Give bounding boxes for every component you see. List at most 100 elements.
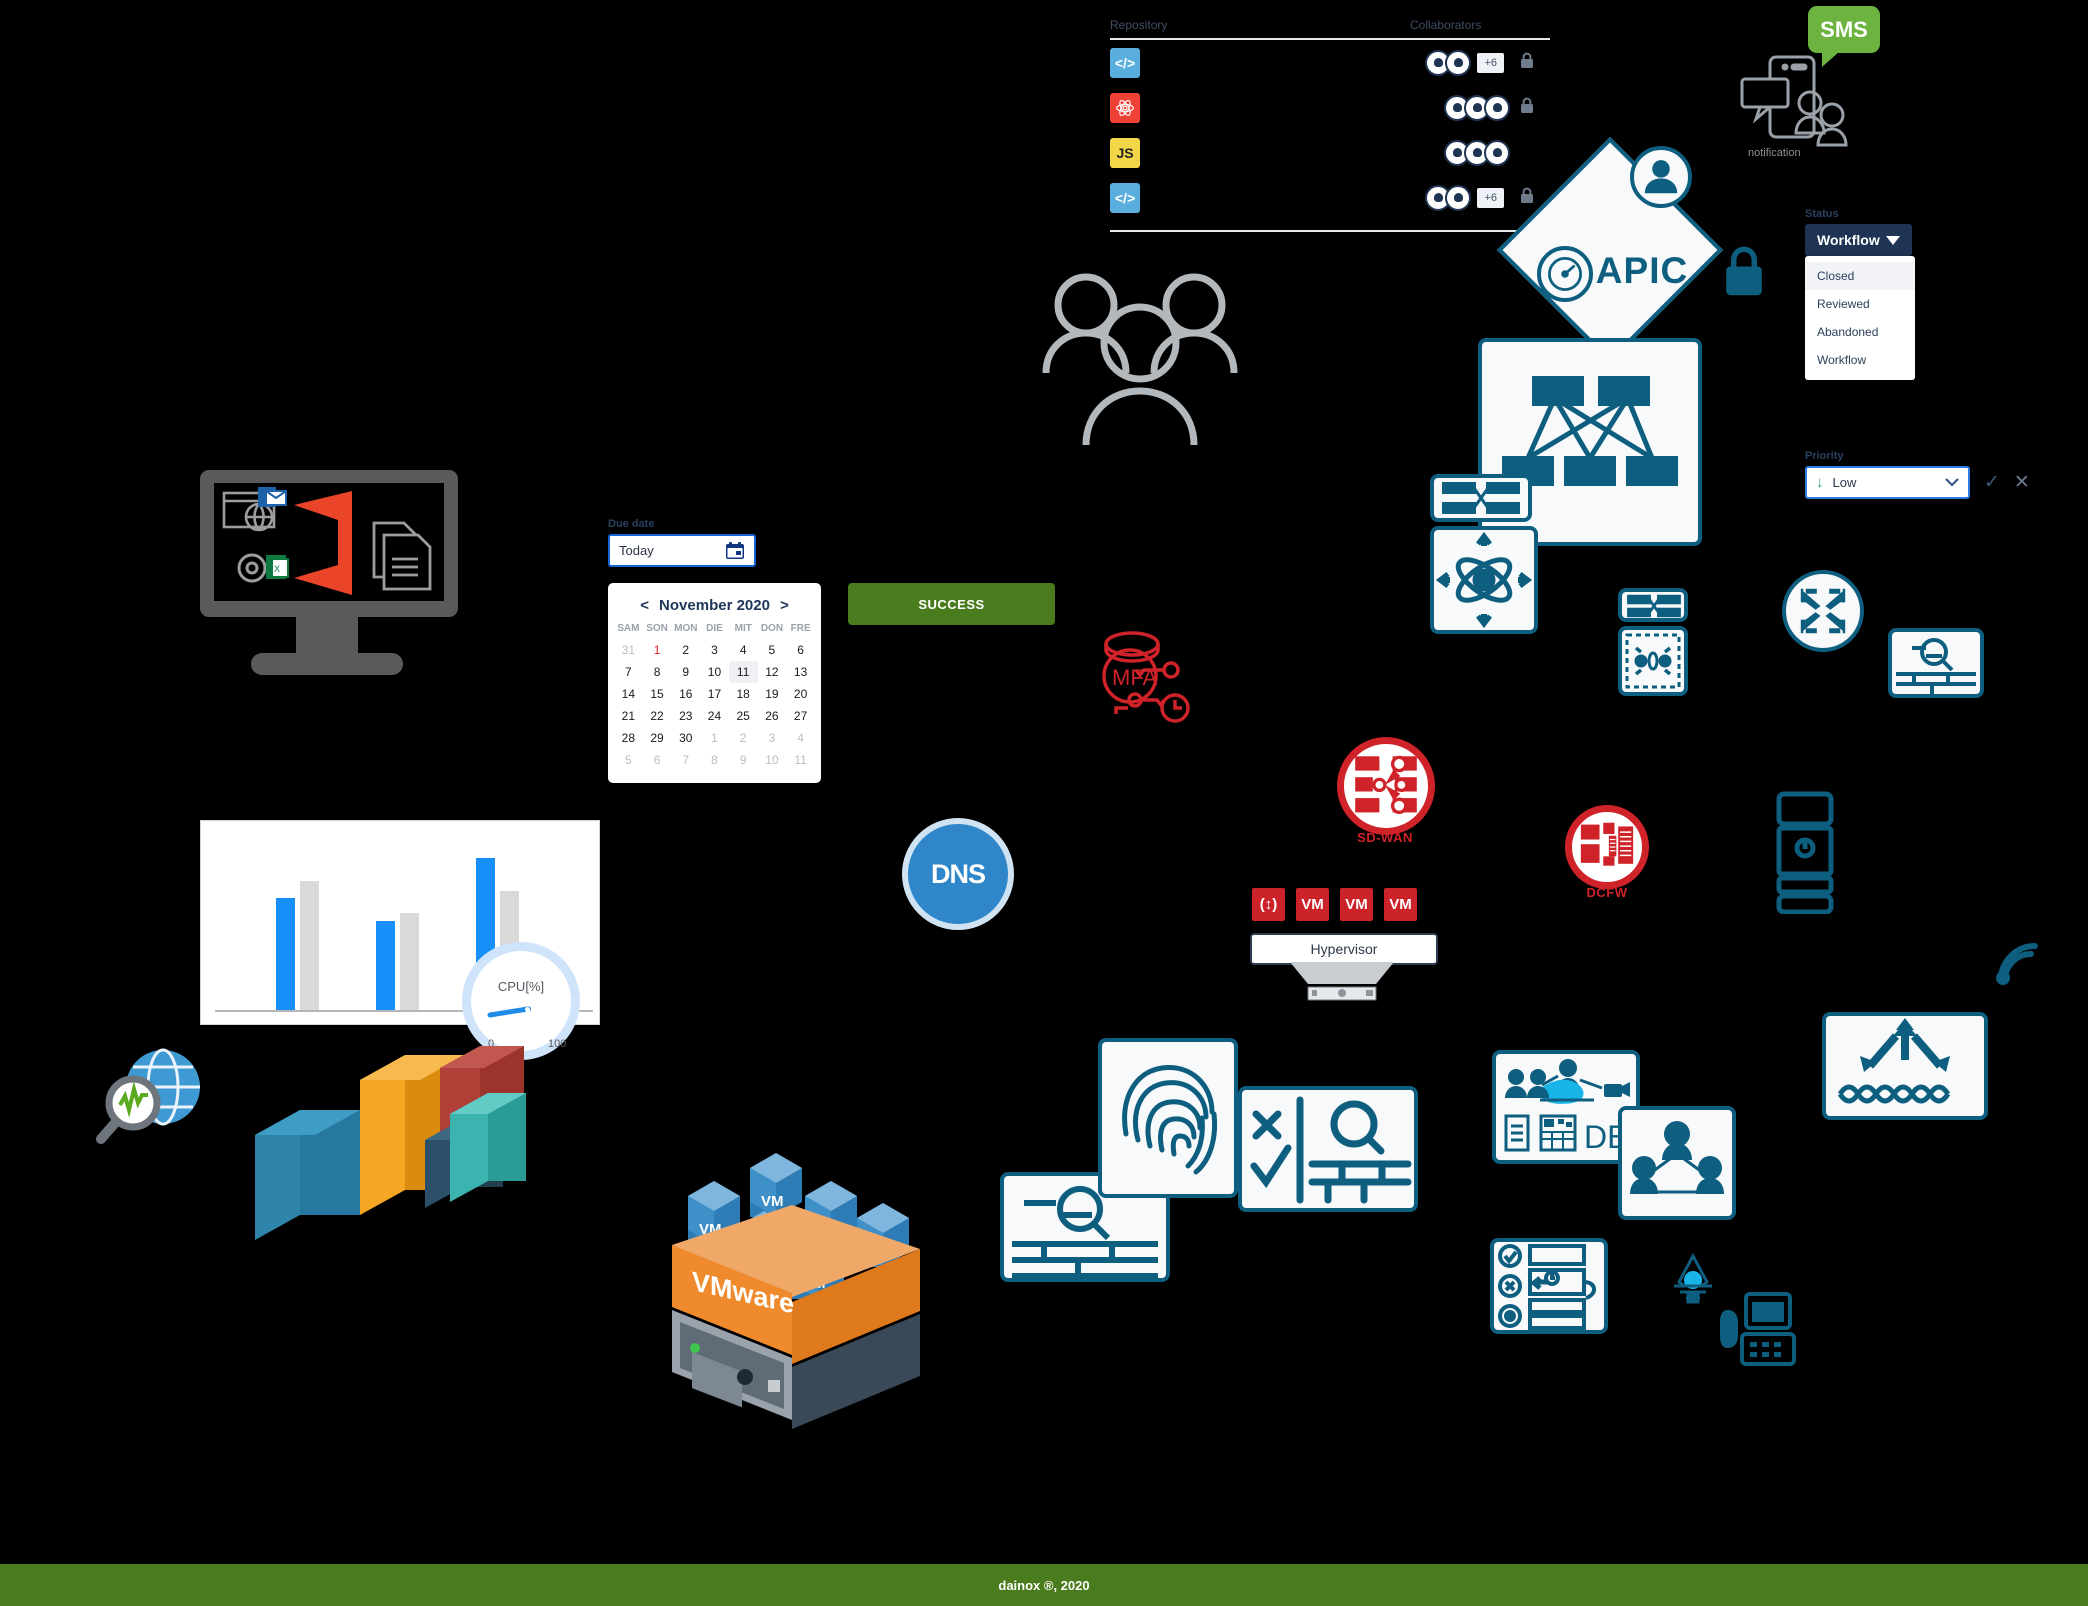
calendar-day[interactable]: 7 xyxy=(671,749,700,771)
due-date-input[interactable]: Today xyxy=(608,534,756,567)
collaborator-avatars[interactable] xyxy=(1444,139,1510,166)
calendar-day[interactable]: 27 xyxy=(786,705,815,727)
calendar-day[interactable]: 20 xyxy=(786,683,815,705)
notification-label: notification xyxy=(1748,147,1801,159)
calendar-day[interactable]: 5 xyxy=(758,639,787,661)
calendar-day[interactable]: 16 xyxy=(671,683,700,705)
calendar-day[interactable]: 8 xyxy=(700,749,729,771)
calendar-day[interactable]: 23 xyxy=(671,705,700,727)
user-icon xyxy=(1630,146,1692,208)
calendar-day[interactable]: 12 xyxy=(758,661,787,683)
calendar-day[interactable]: 14 xyxy=(614,683,643,705)
calendar-day[interactable]: 10 xyxy=(758,749,787,771)
sdwan-icon xyxy=(1337,737,1435,835)
calendar-day[interactable]: 3 xyxy=(700,639,729,661)
status-select[interactable]: Workflow xyxy=(1805,224,1912,256)
calendar-day[interactable]: 21 xyxy=(614,705,643,727)
confirm-button[interactable]: ✓ xyxy=(1984,471,2000,494)
users-group-icon xyxy=(1030,265,1250,470)
hypervisor-control-block: (↕) xyxy=(1252,888,1285,921)
next-month-button[interactable]: > xyxy=(770,597,799,614)
cancel-button[interactable]: ✕ xyxy=(2014,471,2030,494)
calendar-day[interactable]: 8 xyxy=(643,661,672,683)
collaborator-avatars[interactable]: +6 xyxy=(1425,184,1504,211)
prev-month-button[interactable]: < xyxy=(630,597,659,614)
calendar-day[interactable]: 4 xyxy=(786,727,815,749)
calendar-day[interactable]: 13 xyxy=(786,661,815,683)
table-row[interactable]: </> +6 xyxy=(1110,40,1550,85)
calendar-day[interactable]: 19 xyxy=(758,683,787,705)
avatar xyxy=(1445,49,1472,76)
collaborator-avatars[interactable]: +6 xyxy=(1425,49,1504,76)
weekday-label: MIT xyxy=(734,623,752,634)
calendar-day[interactable]: 4 xyxy=(729,639,758,661)
priority-select[interactable]: ↓ Low xyxy=(1805,466,1970,499)
calendar-day[interactable]: 10 xyxy=(700,661,729,683)
calendar-day[interactable]: 29 xyxy=(643,727,672,749)
calendar-day[interactable]: 28 xyxy=(614,727,643,749)
calendar-day[interactable]: 31 xyxy=(614,639,643,661)
wifi-signal-icon xyxy=(1995,940,2041,991)
extra-collaborators-count[interactable]: +6 xyxy=(1477,187,1504,208)
calendar-day[interactable]: 7 xyxy=(614,661,643,683)
server-tower-icon xyxy=(1775,790,1835,919)
collaborator-avatars[interactable] xyxy=(1444,94,1510,121)
calendar-day[interactable]: 11 xyxy=(728,661,758,683)
code-language-icon: </> xyxy=(1110,182,1140,213)
calendar-day[interactable]: 2 xyxy=(729,727,758,749)
calendar-day[interactable]: 6 xyxy=(786,639,815,661)
weekday-label: DIE xyxy=(706,623,723,634)
repository-table-header: Repository Collaborators xyxy=(1110,18,1550,38)
table-row[interactable]: </> +6 xyxy=(1110,175,1550,220)
calendar-day[interactable]: 24 xyxy=(700,705,729,727)
calendar-day[interactable]: 5 xyxy=(614,749,643,771)
due-date-label: Due date xyxy=(608,518,655,530)
table-row[interactable] xyxy=(1110,85,1550,130)
calendar-day[interactable]: 6 xyxy=(643,749,672,771)
calendar-day[interactable]: 3 xyxy=(758,727,787,749)
dcfw-icon xyxy=(1565,805,1649,889)
due-date-value: Today xyxy=(619,543,654,558)
calendar-day[interactable]: 15 xyxy=(643,683,672,705)
calendar-day[interactable]: 1 xyxy=(643,639,672,661)
calendar-weekday-header: SAM SON MON DIE MIT DON FRE xyxy=(614,623,815,639)
vmware-server-stack: VM VM VM VM VM VM VMware xyxy=(650,1140,940,1430)
calendar-day[interactable]: 11 xyxy=(786,749,815,771)
calendar-day[interactable]: 22 xyxy=(643,705,672,727)
extra-collaborators-count[interactable]: +6 xyxy=(1477,52,1504,73)
calendar-day[interactable]: 18 xyxy=(729,683,758,705)
calendar-day[interactable]: 30 xyxy=(671,727,700,749)
calendar-day-grid[interactable]: 31 1 2 3 4 5 6 7 8 9 10 11 12 13 14 15 16 17 18 19 20 21 22 23 2… xyxy=(614,639,815,771)
gauge-label: CPU[%] xyxy=(497,979,545,994)
weekday-label: FRE xyxy=(790,623,811,634)
calendar-day[interactable]: 17 xyxy=(700,683,729,705)
status-dropdown-menu[interactable]: Closed Reviewed Abandoned Workflow xyxy=(1805,256,1915,380)
multilayer-switch-icon-card xyxy=(1430,526,1538,634)
calendar-day[interactable]: 26 xyxy=(758,705,787,727)
weekday-label: SAM xyxy=(617,623,640,634)
vm-block: VM xyxy=(1384,888,1417,921)
priority-label: Priority xyxy=(1805,450,1844,462)
calendar-day[interactable]: 9 xyxy=(671,661,700,683)
calendar-popup[interactable]: < November 2020 > SAM SON MON DIE MIT DO… xyxy=(608,583,821,783)
bar-group xyxy=(376,912,424,1010)
bar xyxy=(300,881,319,1010)
menu-item-workflow[interactable]: Workflow xyxy=(1805,346,1915,374)
calendar-day[interactable]: 9 xyxy=(729,749,758,771)
success-button[interactable]: SUCCESS xyxy=(848,583,1055,625)
menu-item-reviewed[interactable]: Reviewed xyxy=(1805,290,1915,318)
column-header-repository: Repository xyxy=(1110,18,1168,32)
globe-analytics-icon xyxy=(95,1045,205,1155)
calendar-day[interactable]: 25 xyxy=(729,705,758,727)
avatar xyxy=(1484,139,1510,166)
menu-item-closed[interactable]: Closed xyxy=(1805,262,1915,290)
react-language-icon xyxy=(1110,92,1140,123)
calendar-day[interactable]: 1 xyxy=(700,727,729,749)
table-divider-bottom xyxy=(1110,230,1550,232)
menu-item-abandoned[interactable]: Abandoned xyxy=(1805,318,1915,346)
calendar-day[interactable]: 2 xyxy=(671,639,700,661)
column-header-collaborators: Collaborators xyxy=(1410,18,1482,32)
table-row[interactable]: JS xyxy=(1110,130,1550,175)
load-balancer-card xyxy=(1822,1012,1988,1120)
calendar-icon[interactable] xyxy=(725,541,745,561)
